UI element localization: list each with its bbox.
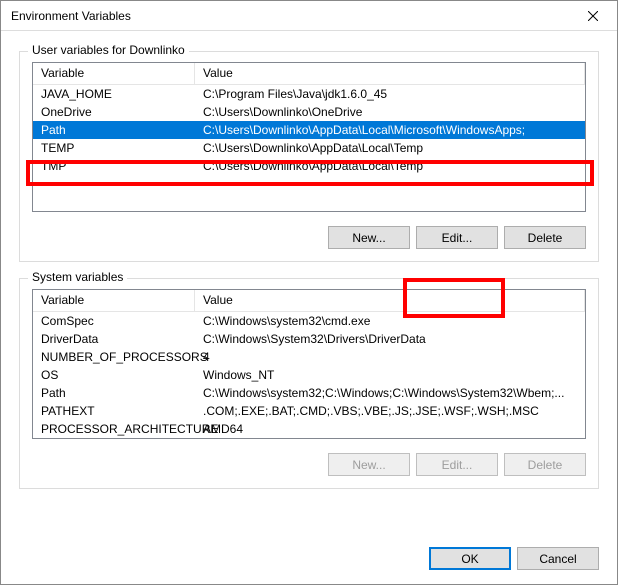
column-variable[interactable]: Variable: [33, 290, 195, 311]
cell-variable: OS: [33, 367, 195, 383]
list-item[interactable]: TMP C:\Users\Downlinko\AppData\Local\Tem…: [33, 157, 585, 175]
system-variables-group: System variables Variable Value ComSpec …: [19, 278, 599, 489]
dialog-body: User variables for Downlinko Variable Va…: [1, 31, 617, 541]
user-list-body[interactable]: JAVA_HOME C:\Program Files\Java\jdk1.6.0…: [33, 85, 585, 211]
system-new-button[interactable]: New...: [328, 453, 410, 476]
list-item[interactable]: OneDrive C:\Users\Downlinko\OneDrive: [33, 103, 585, 121]
cell-value: C:\Program Files\Java\jdk1.6.0_45: [195, 86, 585, 102]
column-value[interactable]: Value: [195, 290, 585, 311]
user-variables-label: User variables for Downlinko: [28, 43, 189, 57]
cell-value: C:\Users\Downlinko\AppData\Local\Temp: [195, 140, 585, 156]
column-variable[interactable]: Variable: [33, 63, 195, 84]
cell-variable: OneDrive: [33, 104, 195, 120]
cell-variable: DriverData: [33, 331, 195, 347]
list-item[interactable]: JAVA_HOME C:\Program Files\Java\jdk1.6.0…: [33, 85, 585, 103]
cell-variable: PROCESSOR_ARCHITECTURE: [33, 421, 195, 437]
system-list-body[interactable]: ComSpec C:\Windows\system32\cmd.exe Driv…: [33, 312, 585, 438]
titlebar: Environment Variables: [1, 1, 617, 31]
ok-button[interactable]: OK: [429, 547, 511, 570]
cell-value: C:\Windows\system32\cmd.exe: [195, 313, 585, 329]
list-item[interactable]: ComSpec C:\Windows\system32\cmd.exe: [33, 312, 585, 330]
cell-value: .COM;.EXE;.BAT;.CMD;.VBS;.VBE;.JS;.JSE;.…: [195, 403, 585, 419]
dialog-footer: OK Cancel: [1, 541, 617, 584]
cell-variable: Path: [33, 122, 195, 138]
cell-variable: PATHEXT: [33, 403, 195, 419]
close-button[interactable]: [571, 2, 615, 30]
cell-variable: TMP: [33, 158, 195, 174]
user-new-button[interactable]: New...: [328, 226, 410, 249]
cell-variable: NUMBER_OF_PROCESSORS: [33, 349, 195, 365]
close-icon: [588, 11, 598, 21]
user-variables-group: User variables for Downlinko Variable Va…: [19, 51, 599, 262]
cell-value: C:\Windows\system32;C:\Windows;C:\Window…: [195, 385, 585, 401]
cell-value: C:\Users\Downlinko\OneDrive: [195, 104, 585, 120]
cell-value: C:\Users\Downlinko\AppData\Local\Microso…: [195, 122, 585, 138]
user-edit-button[interactable]: Edit...: [416, 226, 498, 249]
list-item[interactable]: Path C:\Windows\system32;C:\Windows;C:\W…: [33, 384, 585, 402]
list-item[interactable]: OS Windows_NT: [33, 366, 585, 384]
cell-value: 4: [195, 349, 585, 365]
cell-variable: ComSpec: [33, 313, 195, 329]
system-variables-label: System variables: [28, 270, 127, 284]
system-delete-button[interactable]: Delete: [504, 453, 586, 476]
env-vars-dialog: Environment Variables User variables for…: [0, 0, 618, 585]
window-title: Environment Variables: [11, 9, 571, 23]
cell-value: C:\Windows\System32\Drivers\DriverData: [195, 331, 585, 347]
cell-variable: Path: [33, 385, 195, 401]
list-item[interactable]: PATHEXT .COM;.EXE;.BAT;.CMD;.VBS;.VBE;.J…: [33, 402, 585, 420]
user-list-header: Variable Value: [33, 63, 585, 85]
cell-variable: TEMP: [33, 140, 195, 156]
cell-value: Windows_NT: [195, 367, 585, 383]
system-buttons-row: New... Edit... Delete: [32, 453, 586, 476]
cell-value: C:\Users\Downlinko\AppData\Local\Temp: [195, 158, 585, 174]
user-variables-list[interactable]: Variable Value JAVA_HOME C:\Program File…: [32, 62, 586, 212]
user-buttons-row: New... Edit... Delete: [32, 226, 586, 249]
cell-value: AMD64: [195, 421, 585, 437]
list-item[interactable]: DriverData C:\Windows\System32\Drivers\D…: [33, 330, 585, 348]
list-item[interactable]: NUMBER_OF_PROCESSORS 4: [33, 348, 585, 366]
list-item[interactable]: PROCESSOR_ARCHITECTURE AMD64: [33, 420, 585, 438]
cell-variable: JAVA_HOME: [33, 86, 195, 102]
system-edit-button[interactable]: Edit...: [416, 453, 498, 476]
system-variables-list[interactable]: Variable Value ComSpec C:\Windows\system…: [32, 289, 586, 439]
list-item[interactable]: TEMP C:\Users\Downlinko\AppData\Local\Te…: [33, 139, 585, 157]
cancel-button[interactable]: Cancel: [517, 547, 599, 570]
system-list-header: Variable Value: [33, 290, 585, 312]
user-delete-button[interactable]: Delete: [504, 226, 586, 249]
column-value[interactable]: Value: [195, 63, 585, 84]
list-item-selected[interactable]: Path C:\Users\Downlinko\AppData\Local\Mi…: [33, 121, 585, 139]
